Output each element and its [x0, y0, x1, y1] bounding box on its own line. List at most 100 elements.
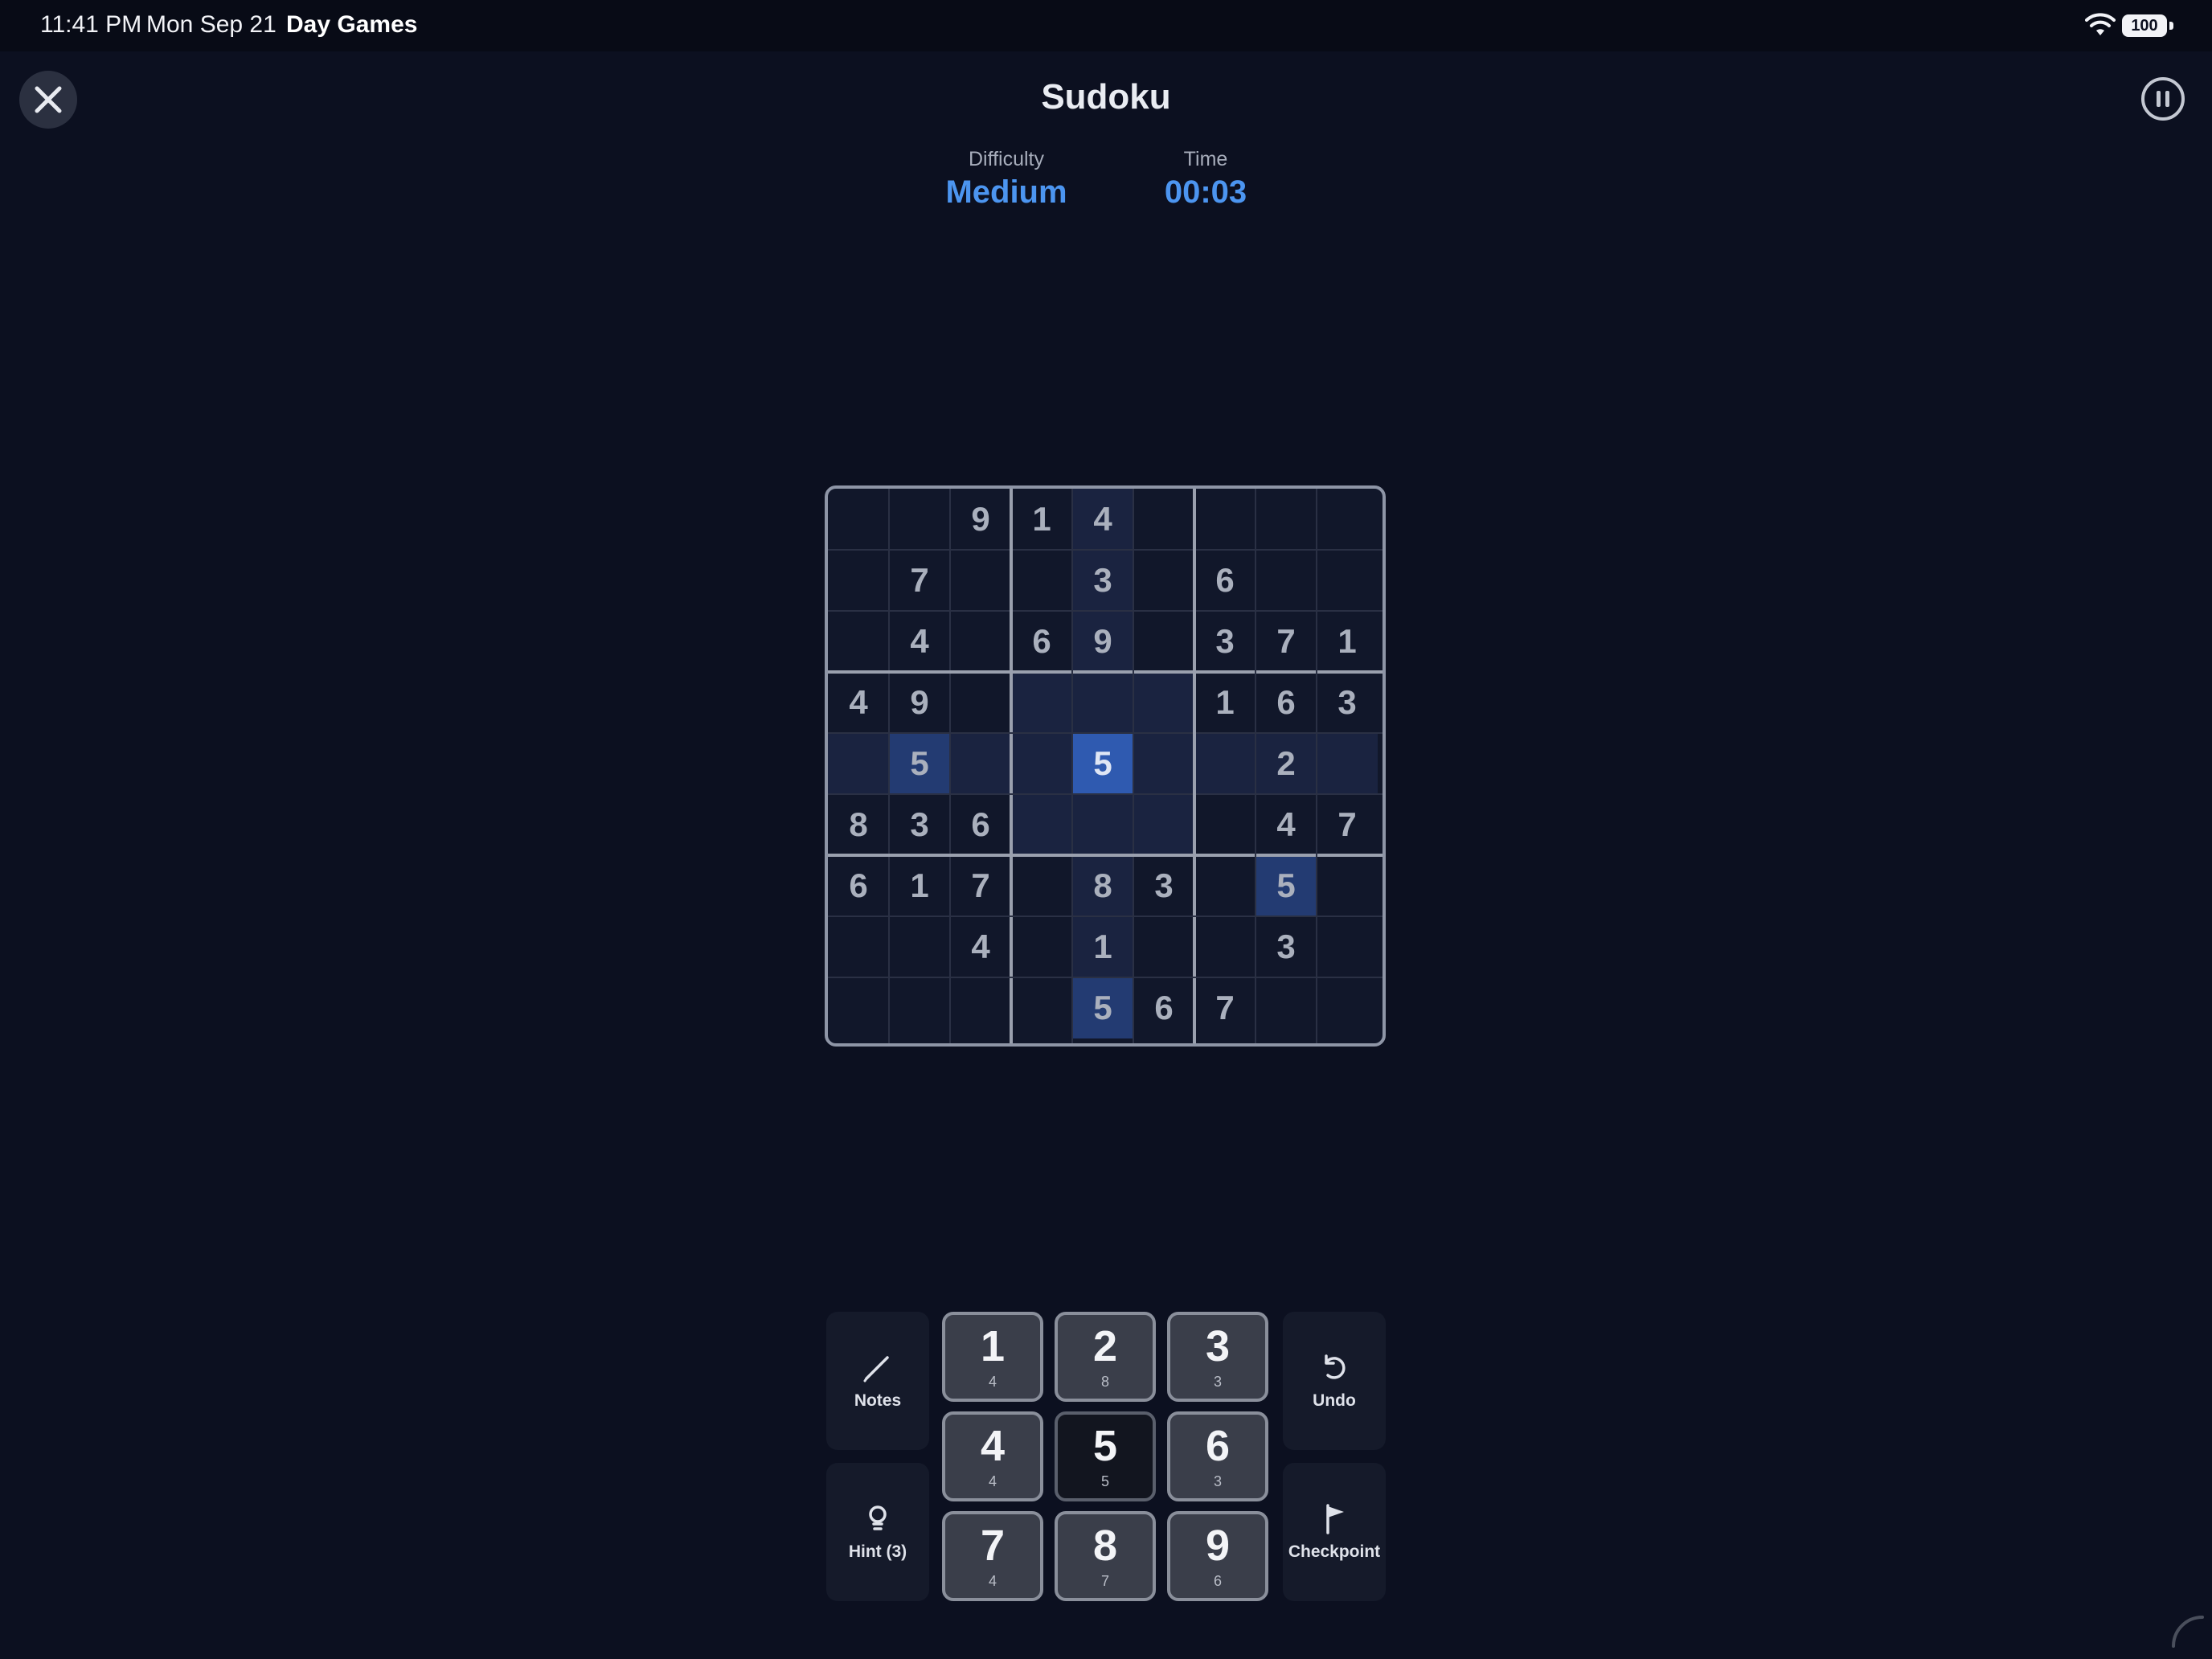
key-number: 3 [1205, 1321, 1231, 1370]
number-key-4[interactable]: 44 [942, 1411, 1043, 1501]
board-cell[interactable]: 6 [1256, 672, 1317, 733]
board-cell[interactable] [1317, 855, 1378, 916]
number-key-7[interactable]: 74 [942, 1511, 1043, 1601]
board-cell[interactable]: 7 [1256, 611, 1317, 672]
board-cell[interactable] [828, 977, 889, 1038]
board-cell[interactable]: 3 [889, 794, 950, 855]
board-cell[interactable]: 6 [1133, 977, 1194, 1038]
board-cell[interactable]: 4 [950, 916, 1011, 977]
board-cell[interactable]: 7 [1317, 794, 1378, 855]
flag-icon [1326, 1504, 1344, 1534]
board-cell[interactable] [1194, 855, 1256, 916]
board-cell[interactable] [1072, 794, 1133, 855]
board-cell[interactable]: 1 [1194, 672, 1256, 733]
board-cell[interactable] [950, 733, 1011, 794]
board-cell[interactable] [889, 916, 950, 977]
board-cell[interactable] [1133, 672, 1194, 733]
key-number: 5 [1092, 1421, 1118, 1470]
board-cell[interactable]: 5 [889, 733, 950, 794]
board-cell[interactable] [1133, 733, 1194, 794]
number-key-2[interactable]: 28 [1055, 1312, 1156, 1402]
board-cell[interactable]: 3 [1133, 855, 1194, 916]
number-key-5[interactable]: 55 [1055, 1411, 1156, 1501]
board-cell[interactable] [1011, 794, 1072, 855]
board-cell[interactable] [1256, 489, 1317, 550]
board-cell[interactable] [828, 611, 889, 672]
board-cell[interactable] [1011, 855, 1072, 916]
board-cell[interactable]: 6 [1011, 611, 1072, 672]
board-cell[interactable]: 3 [1072, 550, 1133, 611]
board-cell[interactable] [828, 733, 889, 794]
board-cell[interactable] [889, 489, 950, 550]
board-cell[interactable] [1317, 489, 1378, 550]
number-key-9[interactable]: 96 [1167, 1511, 1268, 1601]
board-cell[interactable]: 7 [1194, 977, 1256, 1038]
number-key-1[interactable]: 14 [942, 1312, 1043, 1402]
board-cell[interactable] [1133, 794, 1194, 855]
board-cell[interactable] [1317, 916, 1378, 977]
board-cell[interactable] [1133, 916, 1194, 977]
board-cell[interactable] [950, 550, 1011, 611]
board-cell[interactable] [950, 611, 1011, 672]
board-cell[interactable] [1133, 611, 1194, 672]
board-cell[interactable] [1072, 672, 1133, 733]
board-cell[interactable]: 1 [889, 855, 950, 916]
board-cell[interactable] [1133, 550, 1194, 611]
board-cell[interactable]: 2 [1256, 733, 1317, 794]
board-cell[interactable]: 3 [1256, 916, 1317, 977]
board-cell[interactable] [950, 977, 1011, 1038]
number-key-6[interactable]: 63 [1167, 1411, 1268, 1501]
board-cell[interactable]: 6 [950, 794, 1011, 855]
board-cell[interactable] [1194, 733, 1256, 794]
board-cell[interactable]: 4 [1072, 489, 1133, 550]
board-cell[interactable] [1317, 550, 1378, 611]
undo-button[interactable]: Undo [1283, 1312, 1386, 1450]
board-cell[interactable] [1194, 489, 1256, 550]
hint-button[interactable]: Hint (3) [826, 1463, 929, 1601]
board-cell[interactable]: 8 [828, 794, 889, 855]
board-cell[interactable]: 5 [1256, 855, 1317, 916]
board-cell[interactable]: 9 [950, 489, 1011, 550]
board-cell[interactable]: 8 [1072, 855, 1133, 916]
board-cell[interactable]: 1 [1011, 489, 1072, 550]
number-key-3[interactable]: 33 [1167, 1312, 1268, 1402]
board-cell[interactable]: 5 [1072, 733, 1133, 794]
board-cell[interactable] [950, 672, 1011, 733]
grid-line-vertical [1071, 489, 1073, 1043]
board-cell[interactable]: 9 [1072, 611, 1133, 672]
board-cell[interactable] [1256, 977, 1317, 1038]
board-cell[interactable] [1011, 550, 1072, 611]
board-cell[interactable]: 1 [1072, 916, 1133, 977]
board-cell[interactable] [828, 489, 889, 550]
board-cell[interactable]: 6 [828, 855, 889, 916]
board-cell[interactable]: 6 [1194, 550, 1256, 611]
key-number: 9 [1205, 1521, 1231, 1570]
board-cell[interactable] [828, 916, 889, 977]
board-cell[interactable] [1194, 916, 1256, 977]
board-cell[interactable]: 9 [889, 672, 950, 733]
board-cell[interactable] [1194, 794, 1256, 855]
board-cell[interactable]: 7 [889, 550, 950, 611]
board-cell[interactable] [1011, 977, 1072, 1038]
board-cell[interactable]: 3 [1317, 672, 1378, 733]
board-cell[interactable]: 5 [1072, 977, 1133, 1038]
notes-button[interactable]: Notes [826, 1312, 929, 1450]
board-cell[interactable] [1011, 733, 1072, 794]
board-cell[interactable]: 1 [1317, 611, 1378, 672]
board-cell[interactable] [1133, 489, 1194, 550]
board-cell[interactable]: 7 [950, 855, 1011, 916]
board-cell[interactable]: 3 [1194, 611, 1256, 672]
board-cell[interactable] [1317, 977, 1378, 1038]
checkpoint-button[interactable]: Checkpoint [1283, 1463, 1386, 1601]
board-cell[interactable] [1011, 916, 1072, 977]
board-cell[interactable] [1317, 733, 1378, 794]
board-cell[interactable] [828, 550, 889, 611]
board-cell[interactable]: 4 [828, 672, 889, 733]
number-key-8[interactable]: 87 [1055, 1511, 1156, 1601]
board-cell[interactable]: 4 [889, 611, 950, 672]
board-cell[interactable]: 4 [1256, 794, 1317, 855]
board-cell[interactable] [889, 977, 950, 1038]
board-cell[interactable] [1011, 672, 1072, 733]
pause-button[interactable] [2141, 77, 2185, 121]
board-cell[interactable] [1256, 550, 1317, 611]
